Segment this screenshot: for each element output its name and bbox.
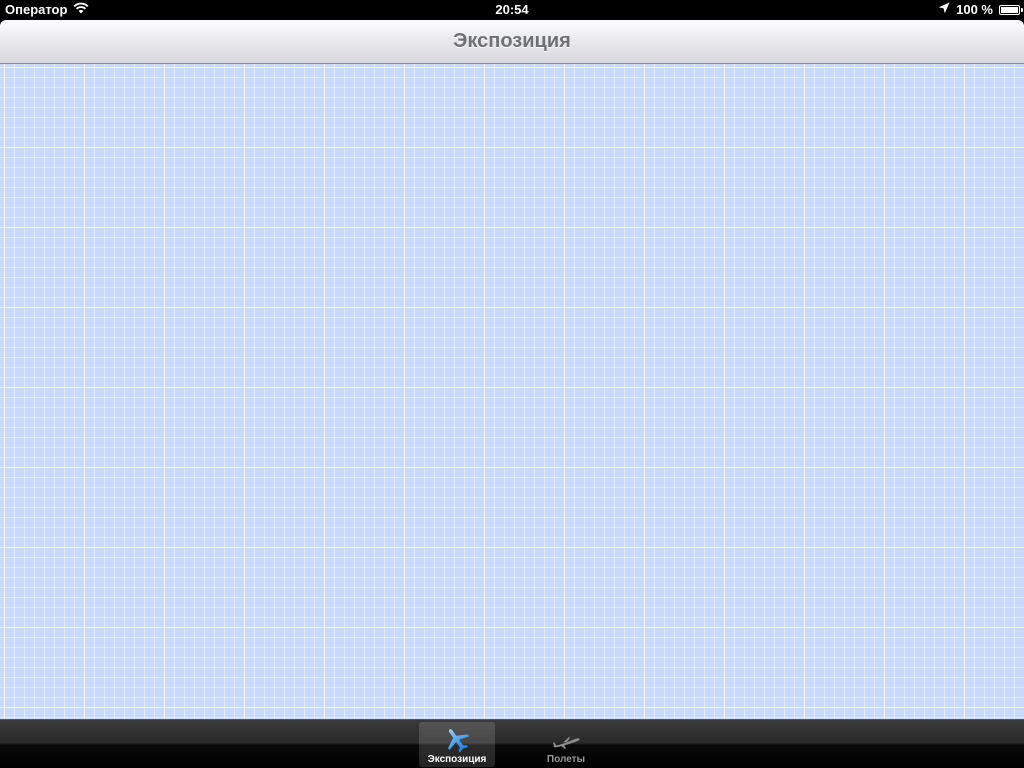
battery-icon — [999, 4, 1023, 15]
navigation-bar: Экспозиция — [0, 20, 1024, 64]
airplane-icon — [442, 725, 472, 755]
tab-flights[interactable]: Полеты — [528, 722, 604, 767]
airplane-takeoff-icon — [551, 725, 581, 755]
tab-label: Полеты — [546, 754, 586, 765]
status-time: 20:54 — [495, 2, 529, 17]
battery-level — [1001, 6, 1018, 13]
page-title: Экспозиция — [453, 30, 571, 52]
graph-paper-content — [0, 64, 1024, 719]
ipad-screen: Оператор 20:54 100 % Экспозиция Экспозиц… — [0, 0, 1024, 768]
tab-label: Экспозиция — [427, 754, 487, 765]
battery-tip — [1021, 7, 1023, 12]
battery-percent: 100 % — [956, 2, 993, 17]
tab-bar: Экспозиция Полеты — [0, 719, 1024, 768]
status-right: 100 % — [938, 2, 1023, 17]
status-bar: Оператор 20:54 100 % — [0, 0, 1024, 20]
tab-exposition[interactable]: Экспозиция — [419, 722, 495, 767]
location-arrow-icon — [938, 2, 950, 17]
